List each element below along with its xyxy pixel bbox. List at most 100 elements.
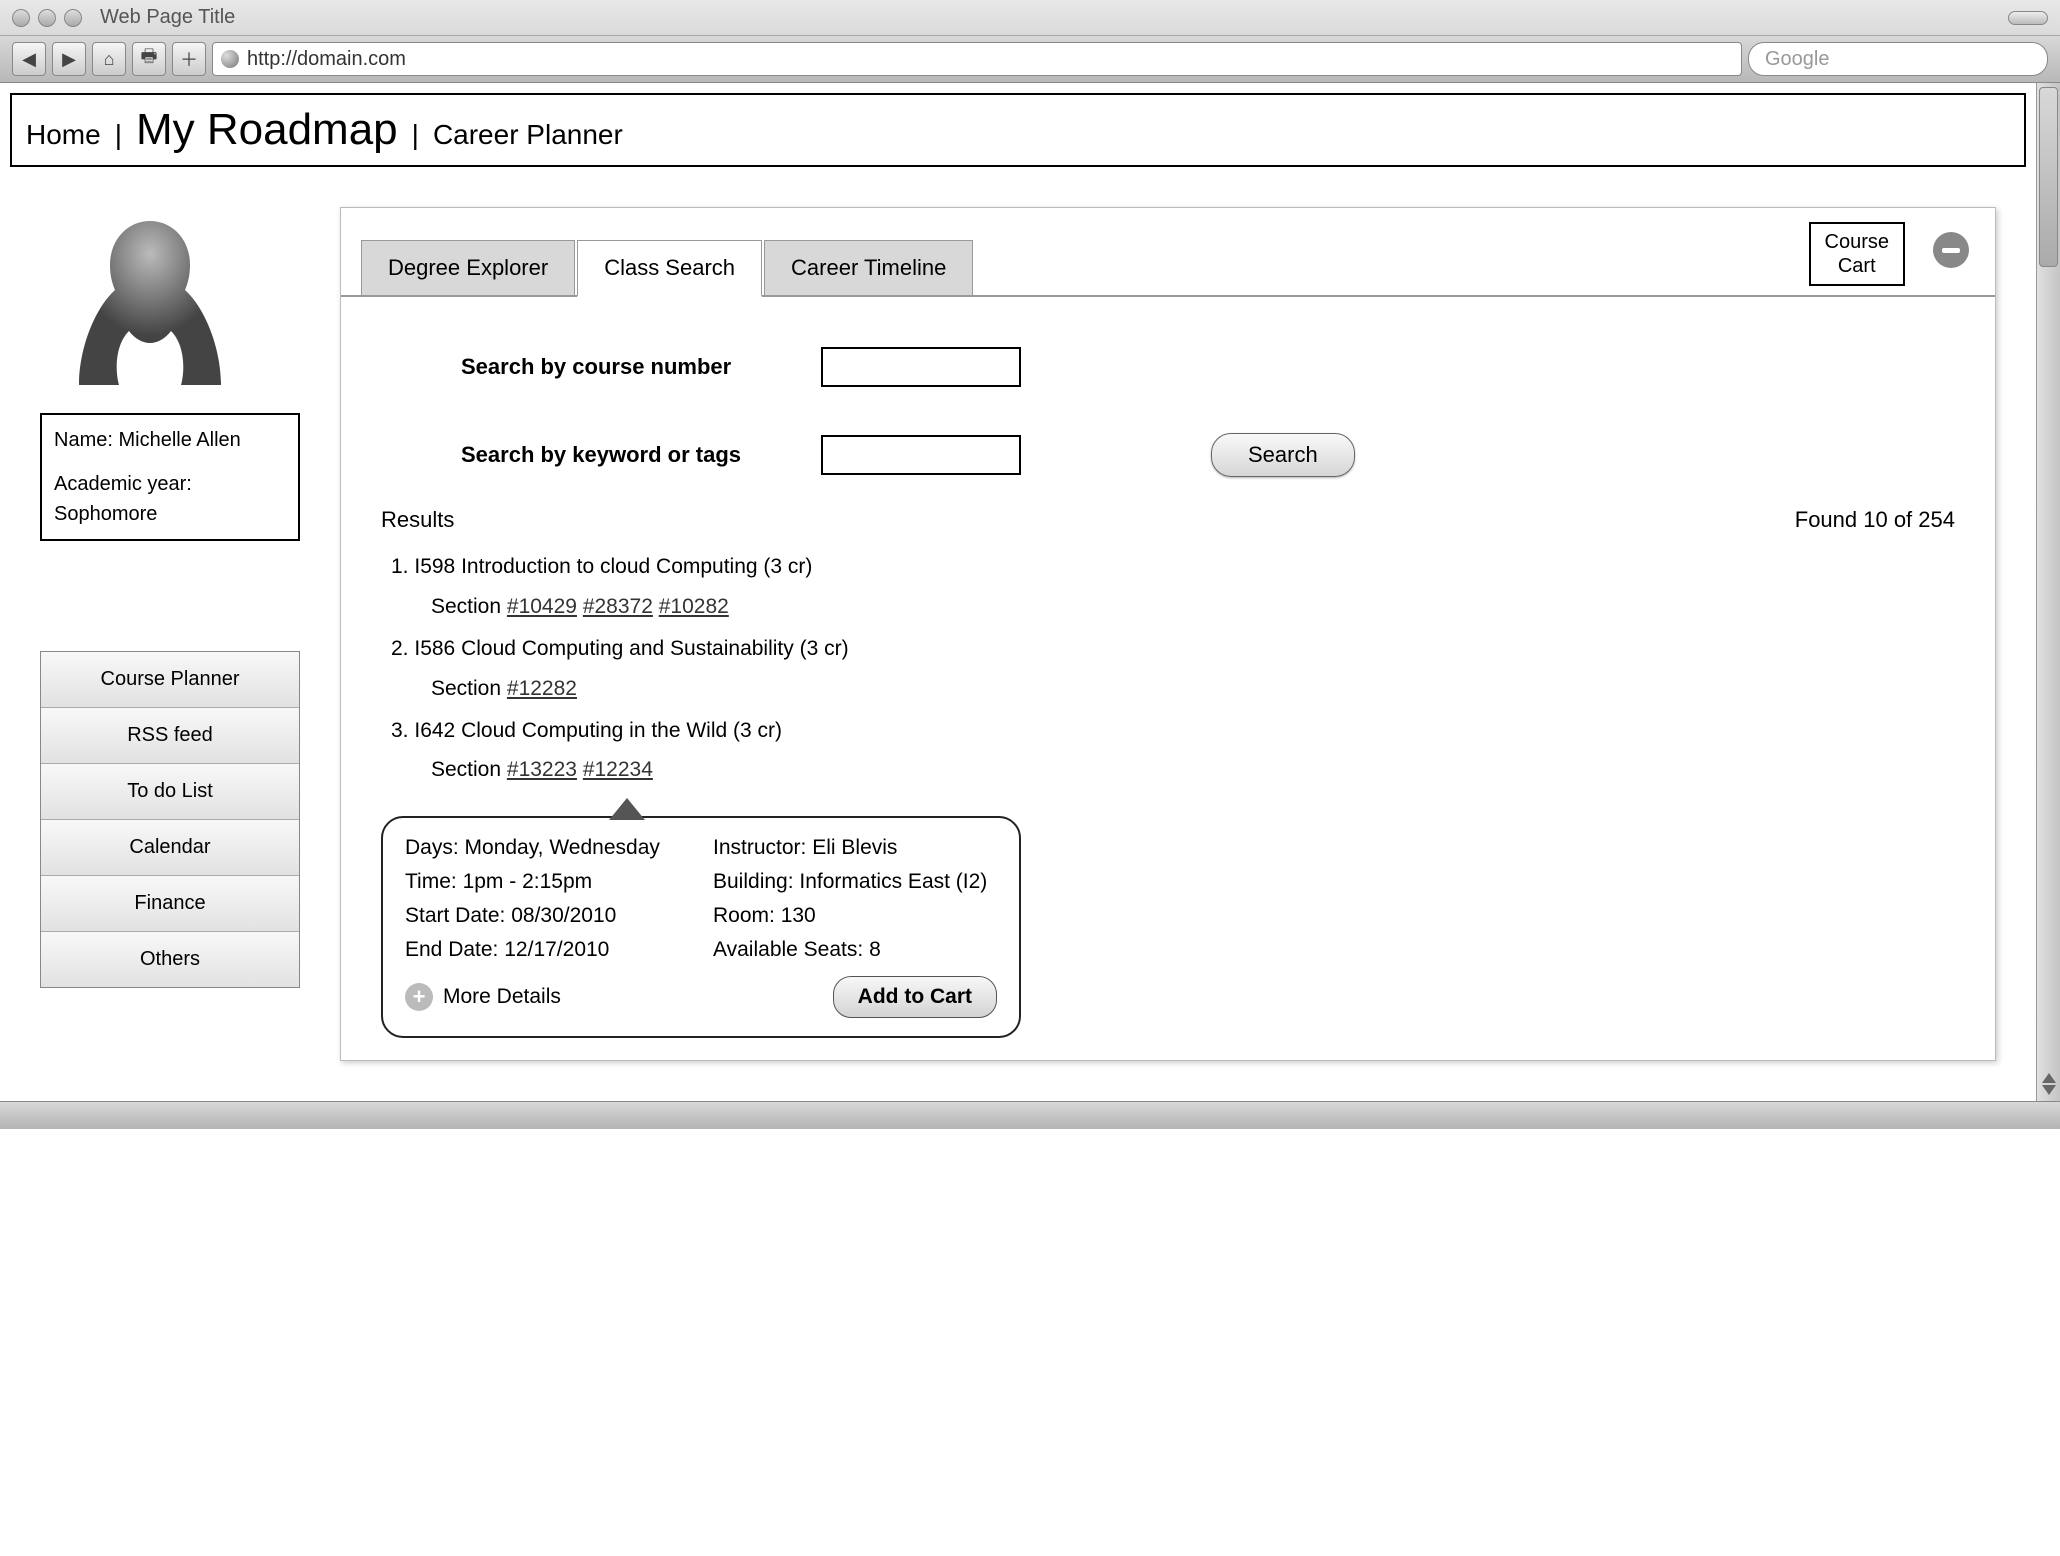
more-details-button[interactable]: + More Details (405, 983, 561, 1011)
section-link[interactable]: #12234 (583, 758, 653, 781)
scroll-up-icon[interactable] (2042, 1073, 2056, 1083)
tab-degree-explorer[interactable]: Degree Explorer (361, 240, 575, 295)
tab-career-timeline[interactable]: Career Timeline (764, 240, 973, 295)
sidebar-item-course-planner[interactable]: Course Planner (41, 652, 299, 708)
title-bar: Web Page Title (0, 0, 2060, 35)
search-course-number-input[interactable] (821, 347, 1021, 387)
sidebar-item-label: RSS feed (127, 724, 213, 746)
tab-label: Career Timeline (791, 255, 946, 280)
sidebar-item-label: To do List (127, 780, 213, 802)
section-label: Section (431, 677, 501, 700)
section-link[interactable]: #28372 (583, 595, 653, 618)
sidebar-item-label: Course Planner (101, 668, 240, 690)
course-cart-button[interactable]: Course Cart (1809, 222, 1905, 286)
print-button[interactable]: 🖶 (132, 42, 166, 76)
breadcrumb-current[interactable]: My Roadmap (136, 105, 398, 155)
search-keyword-label: Search by keyword or tags (461, 442, 761, 468)
sidebar-item-label: Calendar (129, 836, 210, 858)
breadcrumb-sep-2: | (412, 119, 419, 151)
result-item: 3. I642 Cloud Computing in the Wild (3 c… (391, 711, 1945, 791)
search-button[interactable]: Search (1211, 433, 1355, 477)
room-value: 130 (781, 904, 816, 927)
add-bookmark-button[interactable]: ＋ (172, 42, 206, 76)
result-title: I598 Introduction to cloud Computing (3 … (414, 555, 812, 578)
browser-status-bar (0, 1101, 2060, 1129)
forward-button[interactable]: ▶ (52, 42, 86, 76)
sidebar-item-others[interactable]: Others (41, 932, 299, 987)
breadcrumb: Home | My Roadmap | Career Planner (10, 93, 2026, 167)
section-label: Section (431, 595, 501, 618)
more-details-label: More Details (443, 985, 561, 1009)
window-title: Web Page Title (100, 6, 235, 29)
main-panel: Degree Explorer Class Search Career Time… (340, 207, 1996, 1061)
avatar-icon (50, 207, 250, 407)
section-link[interactable]: #12282 (507, 677, 577, 700)
url-text: http://domain.com (247, 48, 406, 71)
result-item: 1. I598 Introduction to cloud Computing … (391, 547, 1945, 627)
result-num: 3. (391, 719, 409, 742)
results-header: Results Found 10 of 254 (341, 507, 1995, 533)
seats-label: Available Seats: (713, 938, 863, 961)
sidebar-item-label: Finance (134, 892, 205, 914)
days-value: Monday, Wednesday (465, 836, 660, 859)
browser-toolbar: ◀ ▶ ⌂ 🖶 ＋ http://domain.com Google (0, 35, 2060, 82)
scrollbar-thumb[interactable] (2039, 87, 2058, 267)
start-date-value: 08/30/2010 (511, 904, 616, 927)
profile-name-label: Name: (54, 429, 113, 451)
building-label: Building: (713, 870, 794, 893)
seats-value: 8 (869, 938, 881, 961)
results-list: 1. I598 Introduction to cloud Computing … (341, 533, 1995, 806)
section-label: Section (431, 758, 501, 781)
sidebar-item-finance[interactable]: Finance (41, 876, 299, 932)
instructor-value: Eli Blevis (812, 836, 897, 859)
result-title: I586 Cloud Computing and Sustainability … (414, 637, 848, 660)
profile-box: Name: Michelle Allen Academic year: Soph… (40, 413, 300, 541)
days-label: Days: (405, 836, 459, 859)
end-date-label: End Date: (405, 938, 498, 961)
results-heading: Results (381, 507, 454, 533)
tab-strip: Degree Explorer Class Search Career Time… (341, 208, 1995, 297)
breadcrumb-home[interactable]: Home (26, 119, 101, 151)
sidebar-item-label: Others (140, 948, 200, 970)
close-window-icon[interactable] (12, 9, 30, 27)
popover-arrow-icon (609, 798, 645, 820)
result-num: 1. (391, 555, 409, 578)
search-area: Search by course number Search by keywor… (341, 297, 1995, 497)
sidebar-menu: Course Planner RSS feed To do List Calen… (40, 651, 300, 988)
url-bar[interactable]: http://domain.com (212, 42, 1742, 76)
browser-chrome: Web Page Title ◀ ▶ ⌂ 🖶 ＋ http://domain.c… (0, 0, 2060, 83)
sidebar-item-todo-list[interactable]: To do List (41, 764, 299, 820)
search-placeholder: Google (1765, 48, 1830, 71)
results-count: Found 10 of 254 (1795, 507, 1955, 533)
back-button[interactable]: ◀ (12, 42, 46, 76)
add-to-cart-button[interactable]: Add to Cart (833, 976, 997, 1018)
breadcrumb-other[interactable]: Career Planner (433, 119, 623, 151)
search-course-number-label: Search by course number (461, 354, 761, 380)
profile-year-label: Academic year: (54, 473, 192, 495)
page-scrollbar[interactable] (2036, 83, 2060, 1101)
window-pill-icon[interactable] (2008, 11, 2048, 25)
tab-label: Class Search (604, 255, 735, 280)
sidebar-item-rss-feed[interactable]: RSS feed (41, 708, 299, 764)
section-link[interactable]: #10282 (659, 595, 729, 618)
browser-search-input[interactable]: Google (1748, 42, 2048, 76)
scroll-down-icon[interactable] (2042, 1085, 2056, 1095)
profile-year: Sophomore (54, 503, 157, 525)
search-keyword-input[interactable] (821, 435, 1021, 475)
left-column: Name: Michelle Allen Academic year: Soph… (40, 207, 300, 988)
sidebar-item-calendar[interactable]: Calendar (41, 820, 299, 876)
result-num: 2. (391, 637, 409, 660)
home-button[interactable]: ⌂ (92, 42, 126, 76)
collapse-icon[interactable] (1933, 232, 1969, 268)
zoom-window-icon[interactable] (64, 9, 82, 27)
end-date-value: 12/17/2010 (504, 938, 609, 961)
section-link[interactable]: #13223 (507, 758, 577, 781)
start-date-label: Start Date: (405, 904, 505, 927)
instructor-label: Instructor: (713, 836, 806, 859)
section-link[interactable]: #10429 (507, 595, 577, 618)
tab-label: Degree Explorer (388, 255, 548, 280)
minimize-window-icon[interactable] (38, 9, 56, 27)
tab-class-search[interactable]: Class Search (577, 240, 762, 297)
building-value: Informatics East (I2) (799, 870, 987, 893)
breadcrumb-sep-1: | (115, 119, 122, 151)
